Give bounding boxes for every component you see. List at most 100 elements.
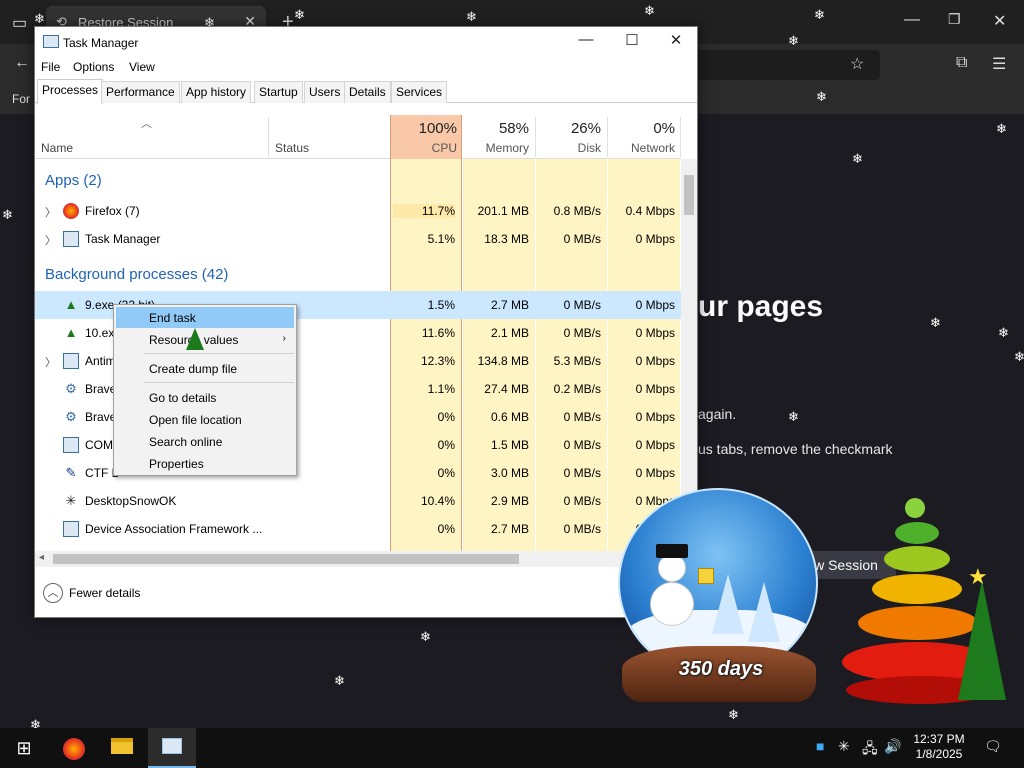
fewer-details-link[interactable]: Fewer details [69, 586, 140, 600]
disk-value: 0 MB/s [563, 298, 601, 312]
menu-search-online[interactable]: Search online [116, 431, 294, 452]
maximize-button[interactable]: ☐ [609, 31, 655, 53]
menu-create-dump-file[interactable]: Create dump file [116, 358, 294, 379]
snowflake-icon: ❄ [816, 89, 827, 104]
network-icon[interactable]: 🖧 [862, 738, 878, 762]
snowflake-icon: ❄ [294, 7, 305, 22]
tab-list-icon[interactable]: ▭ [12, 13, 27, 33]
folder-icon [111, 738, 133, 754]
table-row[interactable]: ✳ DesktopSnowOK 10.4% 2.9 MB 0 MB/s 0 Mb… [35, 487, 681, 515]
menu-open-file-location[interactable]: Open file location [116, 409, 294, 430]
clock-time: 12:37 PM [913, 732, 965, 746]
network-value: 0 Mbps [635, 466, 675, 480]
expand-chevron-icon[interactable]: 〉 [45, 354, 56, 370]
scroll-thumb[interactable] [684, 175, 694, 215]
network-value: 0 Mbps [635, 438, 675, 452]
header-cpu[interactable]: CPU [393, 141, 457, 155]
cpu-value: 1.1% [427, 382, 455, 396]
minimize-button[interactable]: — [563, 31, 609, 53]
process-name: Brave [85, 410, 117, 424]
taskbar-firefox[interactable] [50, 728, 98, 768]
sort-up-icon: ︿ [141, 118, 152, 130]
header-disk[interactable]: Disk [537, 141, 601, 155]
pen-icon: ✎ [65, 465, 77, 480]
close-window-icon[interactable]: ✕ [993, 11, 1006, 31]
column-divider [535, 117, 536, 157]
memory-value: 27.4 MB [484, 382, 529, 396]
back-icon[interactable]: ← [14, 54, 30, 72]
scroll-left-icon[interactable]: ◂ [39, 552, 44, 563]
header-name[interactable]: Name [41, 141, 73, 155]
start-button[interactable]: ⊞ [0, 728, 48, 768]
snowflake-icon: ❄ [852, 151, 863, 166]
taskbar-task-manager[interactable] [148, 728, 196, 768]
table-row[interactable]: 〉 Firefox (7) 11.7% 201.1 MB 0.8 MB/s 0.… [35, 197, 681, 225]
table-row[interactable]: 〉 Task Manager 5.1% 18.3 MB 0 MB/s 0 Mbp… [35, 225, 681, 253]
column-headers: ︿ Name Status 100% CPU 58% Memory 26% Di… [35, 115, 681, 159]
network-value: 0 Mbps [635, 410, 675, 424]
disk-value: 0.2 MB/s [553, 382, 601, 396]
header-status[interactable]: Status [275, 141, 309, 155]
cpu-value: 1.5% [427, 298, 455, 312]
tray-app-icon[interactable]: ■ [816, 738, 824, 754]
expand-chevron-icon[interactable]: 〉 [45, 204, 56, 220]
window-title: Task Manager [63, 36, 139, 50]
memory-value: 18.3 MB [484, 232, 529, 246]
extensions-icon[interactable]: ⧉ [956, 54, 967, 72]
tree-ring [895, 522, 939, 544]
gear-icon: ⚙ [65, 409, 77, 424]
table-row[interactable]: Device Association Framework ... 0% 2.7 … [35, 515, 681, 543]
bookmark-star-icon[interactable]: ☆ [850, 54, 864, 74]
gear-icon: ⚙ [65, 381, 77, 396]
chevron-up-icon[interactable]: ︿ [43, 583, 63, 603]
menu-resource-values[interactable]: Resource values › [116, 329, 294, 350]
clock[interactable]: 12:37 PM 1/8/2025 [908, 732, 970, 762]
volume-icon[interactable]: 🔊 [884, 738, 901, 755]
menu-icon[interactable]: ☰ [992, 54, 1006, 74]
tab-details[interactable]: Details [344, 81, 391, 103]
expand-chevron-icon[interactable]: 〉 [45, 232, 56, 248]
menu-end-task[interactable]: End task [116, 307, 294, 328]
header-disk-percent[interactable]: 26% [537, 120, 601, 137]
group-row[interactable]: Background processes (42) [35, 261, 681, 289]
tab-performance[interactable]: Performance [101, 81, 180, 103]
header-memory[interactable]: Memory [465, 141, 529, 155]
menu-options[interactable]: Options [73, 60, 114, 74]
network-value: 0 Mbps [635, 326, 675, 340]
snowflake-icon: ❄ [728, 707, 739, 722]
restore-window-icon[interactable]: ❐ [948, 11, 961, 28]
group-row[interactable]: Apps (2) [35, 167, 681, 195]
snowman-hat [656, 544, 688, 558]
header-cpu-percent[interactable]: 100% [393, 120, 457, 137]
tab-services[interactable]: Services [391, 81, 448, 103]
menu-view[interactable]: View [129, 60, 155, 74]
tab-app-history[interactable]: App history [181, 81, 252, 103]
header-network-percent[interactable]: 0% [611, 120, 675, 137]
menu-go-to-details[interactable]: Go to details [116, 387, 294, 408]
header-memory-percent[interactable]: 58% [465, 120, 529, 137]
bookmark-item[interactable]: For [12, 92, 30, 106]
close-button[interactable]: ✕ [653, 31, 699, 53]
tab-startup[interactable]: Startup [254, 81, 303, 103]
snowflake-icon: ❄ [998, 325, 1009, 340]
menu-separator [144, 382, 294, 383]
menu-file[interactable]: File [41, 60, 60, 74]
tab-processes[interactable]: Processes [37, 79, 104, 104]
scroll-thumb[interactable] [53, 554, 519, 564]
taskbar: ⊞ ■ ✳ 🖧 🔊 12:37 PM 1/8/2025 🗨 [0, 728, 1024, 768]
footer: ︿ Fewer details [35, 579, 697, 617]
header-network[interactable]: Network [611, 141, 675, 155]
taskbar-file-explorer[interactable] [98, 728, 146, 768]
tab-users[interactable]: Users [304, 81, 346, 103]
menu-properties[interactable]: Properties [116, 453, 294, 474]
disk-value: 5.3 MB/s [553, 354, 601, 368]
notification-icon[interactable]: 🗨 [984, 738, 1002, 755]
minimize-icon[interactable]: — [904, 11, 920, 29]
tray-snowflake-icon[interactable]: ✳ [838, 738, 850, 755]
title-bar[interactable]: Task Manager — ☐ ✕ [35, 27, 697, 57]
disk-value: 0 MB/s [563, 232, 601, 246]
cpu-value: 0% [437, 438, 455, 452]
snowflake-icon: ✳ [65, 493, 77, 508]
task-manager-icon [43, 35, 59, 48]
horizontal-scrollbar[interactable]: ◂ [35, 551, 681, 567]
